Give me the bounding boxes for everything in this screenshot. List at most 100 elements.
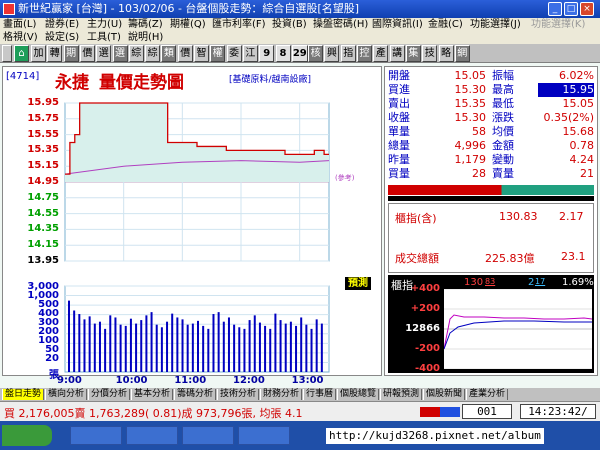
minimize-button[interactable]: _: [548, 2, 562, 16]
menu-item-securities[interactable]: 證券(E): [45, 18, 79, 31]
quote-value: 15.05: [454, 69, 487, 82]
toolbar-button[interactable]: 綜: [145, 45, 161, 62]
page-number[interactable]: 001: [462, 404, 512, 419]
volume-bar: [186, 324, 189, 372]
tab-11[interactable]: 產業分析: [466, 389, 508, 400]
menu-item-function-k[interactable]: 功能選擇(K): [531, 18, 585, 31]
menu-bar: 畫面(L) 證券(E) 主力(U) 籌碼(Z) 期權(Q) 匯市利率(F) 投資…: [0, 18, 600, 44]
mini-chart-plot: [444, 289, 592, 369]
menu-item-main-force[interactable]: 主力(U): [87, 18, 122, 31]
quote-label: 買進: [388, 83, 410, 96]
maximize-button[interactable]: □: [564, 2, 578, 16]
tab-7[interactable]: 行事曆: [303, 389, 336, 400]
quote-value: 1,179: [454, 153, 487, 166]
amount-change: 23.1: [561, 250, 586, 263]
menu-item-help[interactable]: 說明(H): [128, 31, 163, 44]
tab-4[interactable]: 籌碼分析: [174, 389, 216, 400]
mini-tick-label: +200: [410, 303, 440, 314]
flow-bar: [420, 407, 460, 417]
amount-label: 成交總額: [395, 252, 439, 265]
tab-5[interactable]: 技術分析: [217, 389, 259, 400]
order-ratio-bar-bottom: [388, 196, 594, 201]
toolbar-button[interactable]: 29: [291, 45, 308, 62]
menu-item-tools[interactable]: 工具(T): [87, 31, 121, 44]
toolbar-button[interactable]: 價: [79, 45, 95, 62]
volume-bar: [145, 315, 148, 372]
toolbar-button[interactable]: 綜: [128, 45, 144, 62]
price-tick-label: 15.55: [27, 128, 59, 140]
toolbar: ⌂ 加轉期價選選綜綜類價智權委江 9 8 29 核興指控產講集技略網: [0, 44, 600, 63]
quote-label: 變動: [492, 153, 514, 166]
toolbar-button[interactable]: 價: [177, 45, 193, 62]
tab-0[interactable]: 盤日走勢: [2, 389, 44, 400]
close-button[interactable]: ×: [580, 2, 594, 16]
tab-2[interactable]: 分價分析: [88, 389, 130, 400]
quote-value: 15.68: [562, 125, 595, 138]
volume-bar: [227, 317, 230, 372]
toolbar-button[interactable]: 技: [422, 45, 438, 62]
toolbar-button[interactable]: 選: [112, 45, 128, 62]
menu-item-view[interactable]: 畫面(L): [3, 18, 36, 31]
quote-value: 4.24: [569, 153, 595, 166]
volume-bar: [114, 317, 117, 372]
volume-bar: [109, 315, 112, 372]
volume-bar: [310, 328, 313, 372]
toolbar-button[interactable]: 8: [275, 45, 291, 62]
volume-bar: [140, 320, 143, 372]
toolbar-button[interactable]: 加: [31, 45, 46, 62]
toolbar-button[interactable]: 產: [373, 45, 389, 62]
predict-button[interactable]: 預測: [345, 277, 371, 290]
menu-item-function-j[interactable]: 功能選擇(J): [470, 18, 521, 31]
tab-9[interactable]: 研報預測: [380, 389, 422, 400]
toolbar-button[interactable]: 江: [242, 45, 258, 62]
toolbar-button[interactable]: 選: [96, 45, 112, 62]
toolbar-button[interactable]: 控: [357, 45, 372, 62]
menu-item-invest[interactable]: 投資(B): [272, 18, 307, 31]
volume-bar: [274, 313, 277, 372]
start-button[interactable]: [2, 425, 52, 446]
tab-10[interactable]: 個股新聞: [423, 389, 465, 400]
toolbar-button[interactable]: 委: [226, 45, 242, 62]
menu-item-password[interactable]: 操盤密碼(H): [313, 18, 368, 31]
toolbar-button[interactable]: 智: [194, 45, 209, 62]
menu-item-forex[interactable]: 匯市利率(F): [212, 18, 266, 31]
toolbar-button[interactable]: 類: [161, 45, 177, 62]
quote-value: 15.95: [538, 83, 594, 97]
toolbar-button[interactable]: 網: [454, 45, 470, 62]
grip-handle[interactable]: [2, 45, 12, 62]
tab-1[interactable]: 橫向分析: [45, 389, 87, 400]
taskbar-item-3[interactable]: [182, 426, 234, 445]
tab-3[interactable]: 基本分析: [131, 389, 173, 400]
volume-bar: [238, 327, 241, 372]
menu-item-settings[interactable]: 設定(S): [45, 31, 79, 44]
taskbar-item-2[interactable]: [126, 426, 178, 445]
toolbar-button[interactable]: 9: [259, 45, 275, 62]
quote-row: 開盤 15.05 振幅 6.02%: [388, 69, 594, 83]
toolbar-button[interactable]: 集: [405, 45, 421, 62]
menu-item-futures[interactable]: 期權(Q): [170, 18, 206, 31]
home-icon[interactable]: ⌂: [14, 45, 29, 62]
toolbar-button[interactable]: 轉: [47, 45, 63, 62]
menu-item-chips[interactable]: 籌碼(Z): [128, 18, 163, 31]
menu-item-grid-view[interactable]: 格視(V): [3, 31, 38, 44]
taskbar-item-4[interactable]: [238, 426, 290, 445]
toolbar-button[interactable]: 講: [389, 45, 405, 62]
tab-8[interactable]: 個股總覽: [337, 389, 379, 400]
toolbar-button[interactable]: 興: [324, 45, 340, 62]
menu-item-international[interactable]: 國際資訊(I): [372, 18, 423, 31]
time-tick-label: 12:00: [233, 375, 265, 386]
quote-label: 單量: [388, 125, 410, 138]
mini-tick-label: -200: [414, 343, 440, 354]
mini-chart-value: 130: [464, 277, 484, 288]
toolbar-button[interactable]: 核: [308, 45, 324, 62]
toolbar-button[interactable]: 略: [438, 45, 454, 62]
toolbar-button[interactable]: 權: [210, 45, 226, 62]
toolbar-button[interactable]: 指: [340, 45, 356, 62]
menu-item-finance[interactable]: 金融(C): [428, 18, 463, 31]
tab-6[interactable]: 財務分析: [260, 389, 302, 400]
volume-bar: [320, 323, 323, 372]
volume-bar: [279, 320, 282, 372]
time-tick-label: 9:00: [57, 375, 82, 386]
toolbar-button[interactable]: 期: [63, 45, 79, 62]
taskbar-item-1[interactable]: [70, 426, 122, 445]
